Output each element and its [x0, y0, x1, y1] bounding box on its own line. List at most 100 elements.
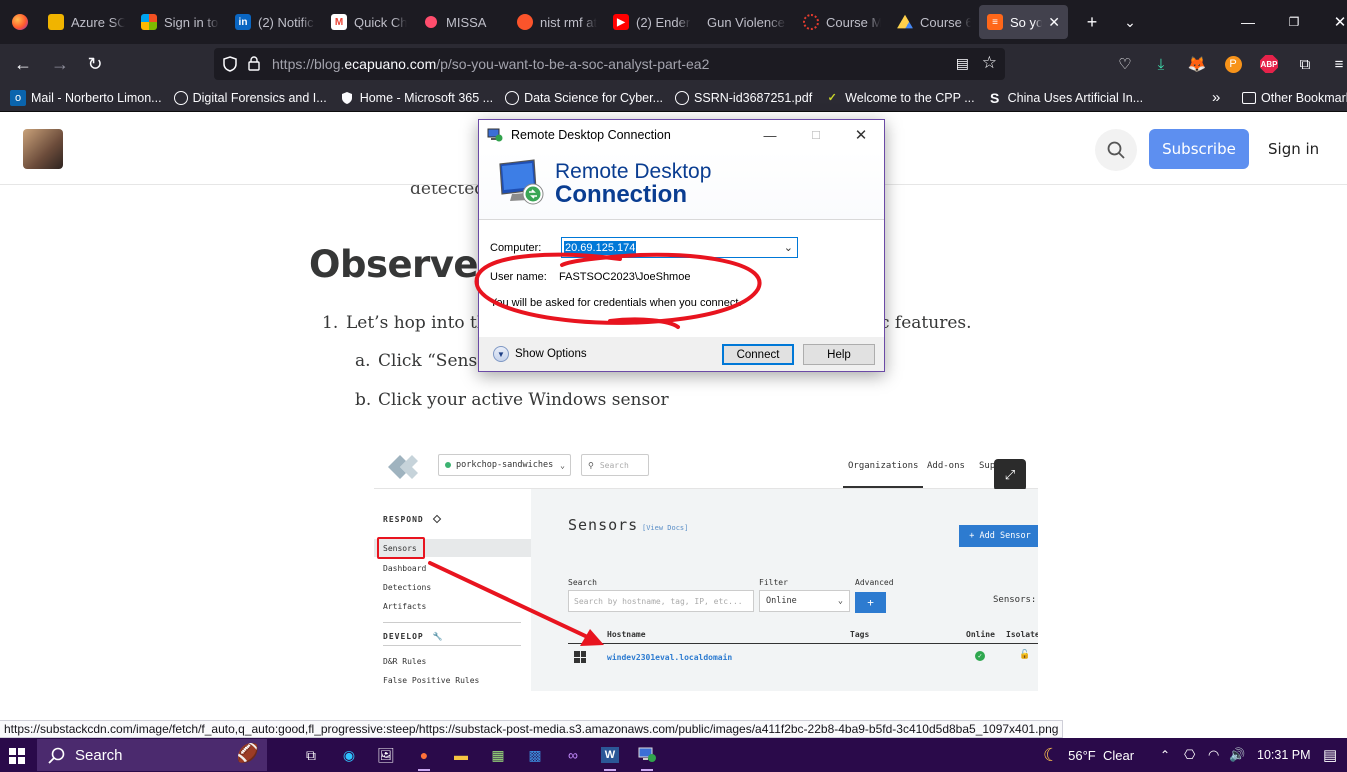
tab-label: Course M	[826, 14, 881, 30]
rdp-app-icon	[487, 128, 503, 142]
rdp-connect-button[interactable]: Connect	[722, 344, 794, 365]
bookmark-star-icon[interactable]: ☆	[982, 53, 997, 73]
task-view-icon[interactable]: ⧉	[299, 743, 323, 767]
tray-chevron-up-icon[interactable]: ⌃	[1160, 738, 1170, 772]
firefox-logo-icon[interactable]	[0, 0, 40, 44]
rdp-banner: Remote Desktop Connection	[479, 150, 884, 220]
rdp-titlebar[interactable]: Remote Desktop Connection — ☐ ✕	[479, 120, 884, 150]
bookmark-china-ai[interactable]: S China Uses Artificial In...	[981, 90, 1149, 106]
bookmarks-overflow-chevron[interactable]: »	[1206, 89, 1226, 106]
other-bookmarks[interactable]: Other Bookmarks	[1236, 91, 1347, 105]
remote-desktop-taskbar-icon[interactable]	[635, 743, 659, 771]
cpp-icon: ✓	[827, 92, 837, 104]
tab-active-so-you[interactable]: ≡ So you ✕	[979, 5, 1068, 39]
bookmark-ssrn[interactable]: SSRN-id3687251.pdf	[669, 90, 818, 105]
other-bookmarks-label: Other Bookmarks	[1261, 90, 1347, 105]
tab-missa[interactable]: MISSA	[415, 0, 509, 44]
lock-icon[interactable]	[248, 56, 262, 72]
tab-course-m[interactable]: Course M	[795, 0, 889, 44]
tab-nist-rmf[interactable]: nist rmf at	[509, 0, 605, 44]
speaker-icon[interactable]: 🔊	[1229, 738, 1245, 772]
metamask-icon[interactable]: 🦊	[1183, 50, 1211, 78]
gmail-icon: M	[331, 14, 347, 30]
restore-icon[interactable]: ❐	[1274, 15, 1314, 29]
notes-app-icon[interactable]: ▦	[486, 743, 510, 767]
bookmark-label: Mail - Norberto Limon...	[31, 90, 162, 105]
extension-p-icon[interactable]: P	[1224, 55, 1242, 73]
taskbar-clock[interactable]: 10:31 PM	[1257, 738, 1311, 772]
windows-taskbar: Search 🏈 ⧉ ◉ 🖼 ● ▬ ▦ ▩ ∞ W ☾ 56°F Clear …	[0, 738, 1347, 772]
list-item-a-letter: a.	[355, 351, 371, 371]
bookmark-label: SSRN-id3687251.pdf	[694, 90, 813, 105]
pocket-icon[interactable]: ♡	[1111, 50, 1139, 78]
tab-label: Quick Cha	[354, 14, 407, 30]
forward-arrow-icon[interactable]: →	[42, 46, 78, 82]
remote-desktop-connection-window[interactable]: Remote Desktop Connection — ☐ ✕ Remote D…	[478, 119, 885, 372]
bookmark-label: Home - Microsoft 365 ...	[359, 90, 494, 105]
notification-icon[interactable]: ▤	[1323, 738, 1337, 772]
rdp-username-label: User name:	[490, 271, 547, 283]
tab-azure-soc[interactable]: Azure SOC	[40, 0, 133, 44]
bookmark-microsoft-365[interactable]: Home - Microsoft 365 ...	[333, 90, 499, 106]
back-arrow-icon[interactable]: ←	[5, 46, 41, 82]
camera-tray-icon[interactable]: ⎔	[1184, 738, 1195, 772]
edge-icon[interactable]: ◉	[337, 743, 361, 767]
windows-start-icon[interactable]	[9, 748, 25, 764]
close-window-icon[interactable]: ✕	[1320, 13, 1347, 31]
close-tab-icon[interactable]: ✕	[1048, 14, 1060, 31]
moon-icon: ☾	[1043, 744, 1060, 765]
tab-course-67[interactable]: Course 67	[889, 0, 979, 44]
reader-view-icon[interactable]: ▤	[956, 55, 969, 72]
bookmark-digital-forensics[interactable]: Digital Forensics and I...	[168, 90, 333, 105]
bookmark-label: Welcome to the CPP ...	[845, 90, 975, 105]
tracking-shield-icon[interactable]	[222, 56, 238, 72]
list-item-b-text: Click your active Windows sensor	[378, 390, 669, 410]
subscribe-button[interactable]: Subscribe	[1149, 129, 1249, 169]
minimize-icon[interactable]: —	[1228, 14, 1268, 30]
word-icon[interactable]: W	[598, 743, 622, 771]
tab-gmail[interactable]: M Quick Cha	[323, 0, 415, 44]
bookmark-data-science[interactable]: Data Science for Cyber...	[499, 90, 669, 105]
url-prefix: https://blog.	[272, 56, 345, 72]
wifi-icon[interactable]: ◠	[1208, 738, 1219, 772]
bookmark-mail[interactable]: o Mail - Norberto Limon...	[0, 89, 168, 106]
rdp-computer-combobox[interactable]: 20.69.125.174 ⌄	[561, 237, 798, 258]
url-host: ecapuano.com	[344, 56, 437, 72]
taskbar-search-label: Search	[75, 746, 123, 764]
article-image-limacharlie-sensors[interactable]: porkchop-sandwiches ⌄ ⚲ Search Organizat…	[374, 449, 1038, 691]
url-text: https://blog.ecapuano.com/p/so-you-want-…	[272, 56, 709, 72]
tab-sign-in[interactable]: Sign in to	[133, 0, 227, 44]
new-tab-button[interactable]: +	[1074, 0, 1110, 44]
reload-icon[interactable]: ↻	[77, 46, 113, 82]
rdp-minimize-icon[interactable]: —	[747, 120, 793, 150]
weather-widget[interactable]: ☾ 56°F Clear	[1043, 738, 1134, 772]
menu-hamburger-icon[interactable]: ≡	[1325, 50, 1347, 78]
tab-youtube[interactable]: ▶ (2) Ender's	[605, 0, 699, 44]
sign-in-link[interactable]: Sign in	[1268, 140, 1319, 158]
tab-gun-violence[interactable]: Gun Violence	[699, 0, 795, 44]
rdp-show-options[interactable]: ▼ Show Options	[493, 346, 587, 362]
chevron-down-icon[interactable]: ⌄	[784, 241, 793, 254]
rdp-help-button[interactable]: Help	[803, 344, 875, 365]
tab-label: nist rmf at	[540, 14, 597, 30]
url-bar[interactable]: https://blog.ecapuano.com/p/so-you-want-…	[214, 48, 1005, 80]
game-bar-icon[interactable]: ∞	[561, 743, 585, 767]
rdp-footer: ▼ Show Options Connect Help	[479, 337, 884, 371]
calendar-app-icon[interactable]: ▩	[523, 743, 547, 767]
tab-linkedin[interactable]: in (2) Notific	[227, 0, 323, 44]
author-avatar[interactable]	[23, 129, 63, 169]
rdp-maximize-icon[interactable]: ☐	[793, 120, 839, 150]
adblock-plus-icon[interactable]: ABP	[1260, 55, 1278, 73]
list-tabs-chevron-icon[interactable]: ⌄	[1110, 0, 1150, 44]
firefox-taskbar-icon[interactable]: ●	[412, 743, 436, 771]
url-path: /p/so-you-want-to-be-a-soc-analyst-part-…	[436, 56, 710, 72]
extensions-puzzle-icon[interactable]: ⧉	[1291, 50, 1319, 78]
taskbar-search-box[interactable]: Search 🏈	[37, 739, 267, 771]
rdp-close-icon[interactable]: ✕	[838, 120, 884, 150]
photos-icon[interactable]: 🖼	[374, 743, 398, 767]
microsoft-icon	[141, 14, 157, 30]
downloads-icon[interactable]: ⤓	[1147, 50, 1175, 78]
bookmark-cpp[interactable]: ✓ Welcome to the CPP ...	[818, 90, 980, 106]
file-explorer-icon[interactable]: ▬	[449, 743, 473, 767]
search-button[interactable]	[1095, 129, 1137, 171]
